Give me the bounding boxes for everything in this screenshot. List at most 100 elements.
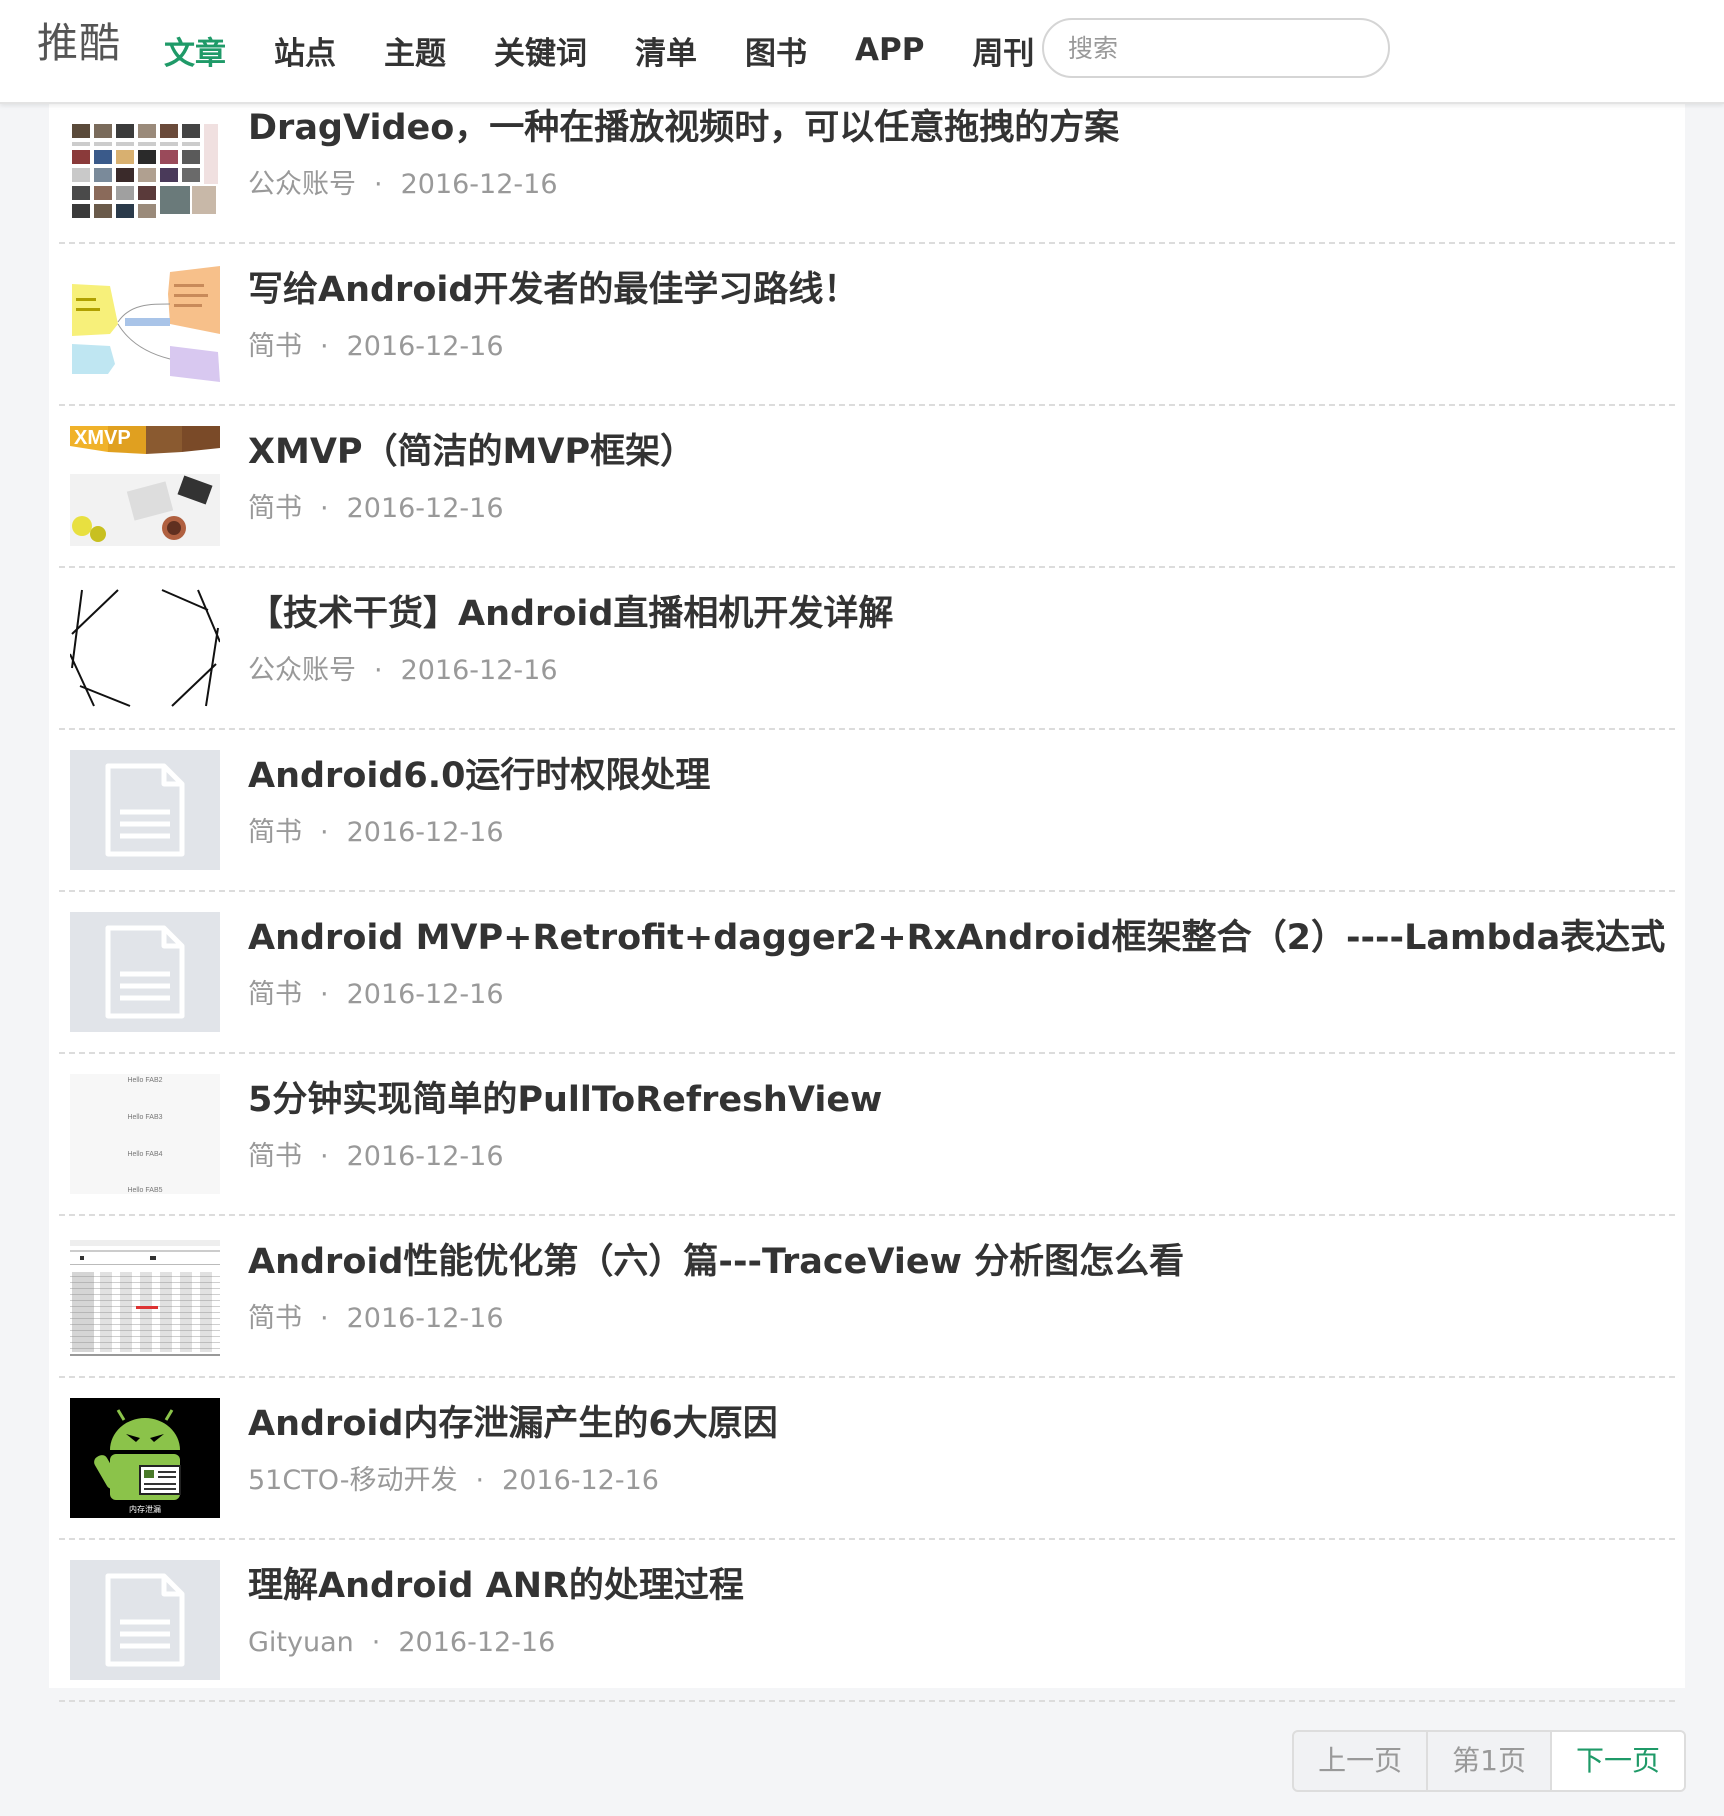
article-thumbnail[interactable] (70, 1560, 220, 1680)
traceview-thumbnail-icon (70, 1236, 220, 1356)
meta-separator: · (320, 979, 329, 1010)
article-thumbnail[interactable]: XMVP (70, 426, 220, 546)
article-item: Android6.0运行时权限处理 简书 · 2016-12-16 (49, 730, 1685, 892)
meta-separator: · (374, 169, 383, 200)
article-item: 【技术干货】Android直播相机开发详解 公众账号 · 2016-12-16 (49, 568, 1685, 730)
nav-item-sites[interactable]: 站点 (274, 28, 336, 73)
article-meta: 公众账号 · 2016-12-16 (248, 653, 558, 689)
android-robot-icon: 内存泄漏 (70, 1398, 220, 1518)
article-item: Android MVP+Retrofit+dagger2+RxAndroid框架… (49, 892, 1685, 1054)
article-item: Android性能优化第（六）篇---TraceView 分析图怎么看 简书 · 2… (49, 1216, 1685, 1378)
top-navbar: 推酷 文章 站点 主题 关键词 清单 图书 APP 周刊 (0, 0, 1724, 104)
article-date: 2016-12-16 (400, 655, 558, 686)
article-thumbnail[interactable]: Hello FAB2 Hello FAB3 Hello FAB4 Hello F… (70, 1074, 220, 1194)
article-date: 2016-12-16 (346, 331, 504, 362)
document-placeholder-icon (70, 1560, 220, 1680)
article-item: 写给Android开发者的最佳学习路线！ 简书 · 2016-12-16 (49, 244, 1685, 406)
article-item: XMVP XMVP（简洁的MVP框架） 简书 · 2016-12-16 (49, 406, 1685, 568)
hello-fab-thumbnail-icon: Hello FAB2 Hello FAB3 Hello FAB4 Hello F… (70, 1074, 220, 1194)
article-source[interactable]: 简书 (248, 331, 302, 362)
article-thumbnail[interactable] (70, 264, 220, 384)
meta-separator: · (475, 1465, 485, 1496)
article-source[interactable]: Gityuan (248, 1627, 354, 1658)
meta-separator: · (320, 817, 329, 848)
article-thumbnail[interactable] (70, 102, 220, 222)
camera-aperture-icon (70, 588, 220, 708)
article-source[interactable]: 简书 (248, 493, 302, 524)
article-title-link[interactable]: 理解Android ANR的处理过程 (248, 1562, 744, 1610)
article-date: 2016-12-16 (346, 493, 504, 524)
article-source[interactable]: 简书 (248, 1141, 302, 1172)
article-meta: 简书 · 2016-12-16 (248, 977, 504, 1013)
article-title-link[interactable]: 5分钟实现简单的PullToRefreshView (248, 1076, 882, 1124)
hello-fab-label: Hello FAB3 (127, 1114, 162, 1121)
article-title-link[interactable]: Android MVP+Retrofit+dagger2+RxAndroid框架… (248, 914, 1665, 962)
article-date: 2016-12-16 (346, 1141, 504, 1172)
article-meta: 51CTO-移动开发 · 2016-12-16 (248, 1463, 659, 1499)
meta-separator: · (374, 655, 383, 686)
article-source[interactable]: 简书 (248, 979, 302, 1010)
article-title-link[interactable]: Android性能优化第（六）篇---TraceView 分析图怎么看 (248, 1238, 1184, 1286)
hello-fab-label: Hello FAB2 (127, 1077, 162, 1084)
nav-item-books[interactable]: 图书 (745, 28, 807, 73)
article-title-link[interactable]: DragVideo，一种在播放视频时，可以任意拖拽的方案 (248, 104, 1119, 152)
article-meta: 简书 · 2016-12-16 (248, 491, 504, 527)
xmvp-thumbnail-icon: XMVP (70, 426, 220, 546)
mindmap-thumbnail-icon (70, 264, 220, 384)
meta-separator: · (371, 1627, 381, 1658)
nav-item-app[interactable]: APP (855, 32, 924, 68)
document-placeholder-icon (70, 750, 220, 870)
meta-separator: · (320, 493, 329, 524)
article-title-link[interactable]: XMVP（简洁的MVP框架） (248, 428, 695, 476)
article-item: 内存泄漏 Android内存泄漏产生的6大原因 51CTO-移动开发 · 2016-… (49, 1378, 1685, 1540)
article-date: 2016-12-16 (400, 169, 558, 200)
article-date: 2016-12-16 (346, 817, 504, 848)
article-source[interactable]: 简书 (248, 817, 302, 848)
xmvp-thumbnail-text: XMVP (74, 427, 131, 449)
android-robot-caption: 内存泄漏 (129, 1504, 161, 1514)
article-item: Hello FAB2 Hello FAB3 Hello FAB4 Hello F… (49, 1054, 1685, 1216)
current-page-indicator[interactable]: 第1页 (1428, 1732, 1552, 1790)
nav-item-topics[interactable]: 主题 (384, 28, 446, 73)
prev-page-button[interactable]: 上一页 (1294, 1732, 1429, 1790)
article-title-link[interactable]: Android6.0运行时权限处理 (248, 752, 710, 800)
main-nav: 文章 站点 主题 关键词 清单 图书 APP 周刊 (140, 22, 1082, 78)
nav-item-lists[interactable]: 清单 (635, 28, 697, 73)
meta-separator: · (320, 1141, 329, 1172)
pagination: 上一页 第1页 下一页 (1292, 1730, 1686, 1792)
site-logo[interactable]: 推酷 (37, 18, 121, 68)
article-meta: Gityuan · 2016-12-16 (248, 1625, 555, 1661)
article-meta: 简书 · 2016-12-16 (248, 815, 504, 851)
meta-separator: · (320, 1303, 329, 1334)
article-source[interactable]: 公众账号 (248, 655, 356, 686)
article-thumbnail[interactable]: 内存泄漏 (70, 1398, 220, 1518)
document-placeholder-icon (70, 912, 220, 1032)
nav-item-weekly-label: 周刊 (972, 35, 1035, 72)
article-date: 2016-12-16 (346, 979, 504, 1010)
article-date: 2016-12-16 (502, 1465, 659, 1496)
article-source[interactable]: 简书 (248, 1303, 302, 1334)
article-thumbnail[interactable] (70, 912, 220, 1032)
article-meta: 简书 · 2016-12-16 (248, 329, 504, 365)
next-page-button[interactable]: 下一页 (1551, 1732, 1684, 1790)
article-item: DragVideo，一种在播放视频时，可以任意拖拽的方案 公众账号 · 2016-1… (49, 82, 1685, 244)
article-meta: 简书 · 2016-12-16 (248, 1301, 504, 1337)
article-date: 2016-12-16 (346, 1303, 504, 1334)
article-meta: 简书 · 2016-12-16 (248, 1139, 504, 1175)
article-title-link[interactable]: 写给Android开发者的最佳学习路线！ (248, 266, 858, 314)
nav-item-keywords[interactable]: 关键词 (494, 28, 587, 73)
article-thumbnail[interactable] (70, 588, 220, 708)
search-input[interactable] (1042, 18, 1390, 78)
article-date: 2016-12-16 (398, 1627, 556, 1658)
meta-separator: · (320, 331, 329, 362)
nav-item-articles[interactable]: 文章 (164, 28, 226, 73)
article-title-link[interactable]: 【技术干货】Android直播相机开发详解 (248, 590, 893, 638)
article-source[interactable]: 公众账号 (248, 169, 356, 200)
article-thumbnail[interactable] (70, 750, 220, 870)
hello-fab-label: Hello FAB5 (127, 1187, 162, 1194)
article-thumbnail[interactable] (70, 1236, 220, 1356)
article-source[interactable]: 51CTO-移动开发 (248, 1465, 457, 1496)
article-item: 理解Android ANR的处理过程 Gityuan · 2016-12-16 (49, 1540, 1685, 1702)
article-title-link[interactable]: Android内存泄漏产生的6大原因 (248, 1400, 778, 1448)
article-meta: 公众账号 · 2016-12-16 (248, 167, 558, 203)
